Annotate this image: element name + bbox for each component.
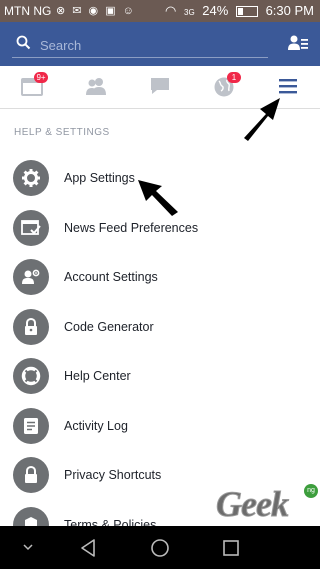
- menu-item-label: App Settings: [64, 171, 135, 185]
- battery-icon: [235, 6, 258, 18]
- account-settings-icon: [13, 259, 49, 295]
- menu-item-label: Account Settings: [64, 270, 158, 284]
- news-feed-badge: 9+: [34, 72, 48, 83]
- tab-messages[interactable]: [128, 66, 192, 108]
- chevron-down-icon[interactable]: [18, 526, 38, 569]
- menu-item-app-settings[interactable]: App Settings: [0, 154, 320, 204]
- wifi-icon: ◠: [165, 3, 177, 18]
- android-nav-bar: [0, 526, 320, 569]
- tab-menu[interactable]: [256, 66, 320, 108]
- top-bar: [0, 22, 320, 66]
- section-header: HELP & SETTINGS: [14, 127, 110, 138]
- menu-item-label: Privacy Shortcuts: [64, 468, 162, 482]
- menu-item-help-center[interactable]: Help Center: [0, 352, 320, 402]
- friends-list-icon[interactable]: [288, 34, 308, 52]
- tab-friend-requests[interactable]: [64, 66, 128, 108]
- notification-icons: ⊗ ✉ ◉ ▣ ☺: [56, 5, 136, 17]
- lifebuoy-icon: [13, 358, 49, 394]
- menu-item-label: Activity Log: [64, 418, 128, 433]
- recent-apps-icon[interactable]: [220, 526, 242, 569]
- search-icon: [16, 35, 31, 50]
- watermark-badge: ng: [304, 484, 318, 498]
- menu-item-label: Help Center: [64, 369, 131, 383]
- battery-percent: 24%: [202, 3, 229, 18]
- messages-icon: [151, 78, 169, 94]
- tab-bar: 9+ 1: [0, 66, 320, 109]
- menu-item-news-feed-preferences[interactable]: News Feed Preferences: [0, 204, 320, 254]
- search-box[interactable]: [12, 31, 270, 58]
- carrier-name: MTN NG: [4, 4, 52, 18]
- watermark-text: Geek: [216, 484, 290, 525]
- menu-item-code-generator[interactable]: Code Generator: [0, 303, 320, 353]
- tab-notifications[interactable]: 1: [192, 66, 256, 108]
- menu-item-label: Code Generator: [64, 319, 154, 334]
- lock-icon: [13, 308, 49, 345]
- search-input[interactable]: [38, 33, 270, 57]
- activity-log-icon: [13, 407, 49, 444]
- menu-icon: [279, 79, 297, 94]
- lock-icon: [13, 457, 49, 493]
- menu-item-label: News Feed Preferences: [64, 220, 199, 235]
- back-icon[interactable]: [78, 526, 100, 569]
- network-type: 3G: [184, 8, 195, 17]
- status-bar: MTN NG ⊗ ✉ ◉ ▣ ☺ ◠ 3G 24% 6:30 PM: [0, 0, 320, 22]
- news-feed-preferences-icon: [13, 209, 49, 246]
- notifications-badge: 1: [227, 72, 241, 83]
- home-icon[interactable]: [148, 526, 172, 569]
- clock: 6:30 PM: [265, 3, 314, 18]
- geek-watermark-logo: Geek ng: [216, 484, 318, 525]
- gear-icon: [13, 160, 49, 196]
- tab-news-feed[interactable]: 9+: [0, 66, 64, 108]
- menu-item-account-settings[interactable]: Account Settings: [0, 253, 320, 303]
- friend-requests-icon: [86, 78, 106, 95]
- menu-item-activity-log[interactable]: Activity Log: [0, 402, 320, 452]
- status-right: ◠ 3G 24% 6:30 PM: [161, 3, 314, 19]
